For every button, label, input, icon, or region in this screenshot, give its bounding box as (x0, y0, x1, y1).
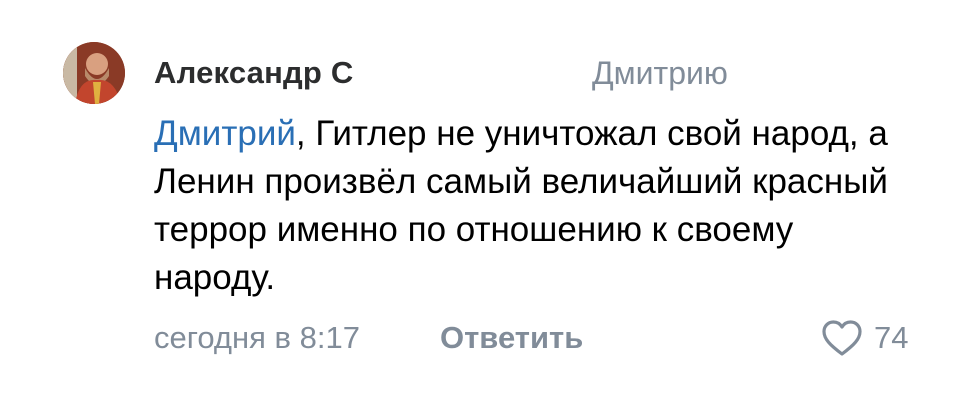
reply-to-name[interactable]: Дмитрию (592, 55, 728, 92)
avatar-photo-icon (63, 42, 125, 104)
reply-button[interactable]: Ответить (440, 320, 583, 356)
like-button[interactable]: 74 (820, 318, 908, 358)
author-name[interactable]: Александр С (154, 55, 353, 91)
comment-item: Александр С Дмитрию Дмитрий, Гитлер не у… (0, 0, 964, 419)
like-count: 74 (874, 320, 909, 355)
comment-timestamp[interactable]: сегодня в 8:17 (154, 320, 360, 356)
heart-outline-icon (822, 320, 862, 356)
mention-link[interactable]: Дмитрий (154, 114, 296, 153)
avatar[interactable] (63, 42, 125, 104)
comment-text: Дмитрий, Гитлер не уничтожал свой народ,… (154, 110, 914, 302)
